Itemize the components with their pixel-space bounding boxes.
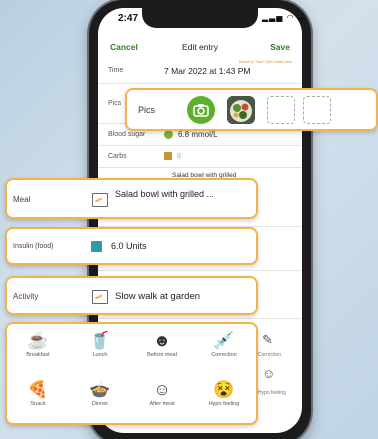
insulin-card[interactable]: Insulin (food) 6.0 Units (5, 227, 258, 265)
syringe-icon: ✎ (262, 332, 273, 347)
camera-icon (193, 104, 209, 117)
phone-notch (142, 8, 258, 28)
bg-hypo-label: Hypo feeling (258, 390, 286, 396)
carbs-row[interactable]: Carbs g (98, 146, 302, 168)
tag-hypo-feeling[interactable]: 😵 Hypo feeling (195, 375, 253, 423)
pizza-slice-icon: 🍕 (27, 380, 49, 399)
blood-sugar-value: 6.8 mmol/L (178, 130, 218, 139)
tag-lunch[interactable]: 🥤 Lunch (71, 326, 129, 374)
tag-label: Breakfast (26, 352, 50, 358)
tag-before-meal[interactable]: ☻ Before meal (133, 326, 191, 374)
tag-correction[interactable]: 💉 Correction (195, 326, 253, 374)
dizzy-face-icon: 😵 (213, 380, 235, 399)
insulin-label: Insulin (food) (13, 243, 54, 250)
time-value[interactable]: 7 Mar 2022 at 1:43 PM (164, 66, 250, 76)
nav-bar: Cancel Edit entry Save (98, 36, 302, 58)
status-time: 2:47 (118, 13, 139, 24)
tag-label: After meal (149, 401, 175, 407)
pics-card: Pics (125, 88, 378, 131)
food-photo-thumbnail[interactable] (227, 96, 255, 124)
meal-card[interactable]: Meal Salad bowl with grilled ... (5, 178, 258, 219)
tag-after-meal[interactable]: ☺ After meal (133, 375, 191, 423)
activity-value: Slow walk at garden (115, 291, 201, 302)
tag-dinner[interactable]: 🍲 Dinner (71, 375, 129, 423)
camera-button[interactable] (187, 96, 215, 124)
meal-label: Meal (13, 195, 31, 204)
activity-label: Activity (13, 292, 39, 301)
photo-placeholder[interactable] (303, 96, 331, 124)
divider (98, 318, 302, 319)
insulin-value: 6.0 Units (111, 241, 147, 251)
pics-label: Pics (138, 105, 156, 115)
time-note: Default is "Time" (See Guide) time (238, 60, 292, 64)
photo-placeholder[interactable] (267, 96, 295, 124)
insulin-color-indicator (91, 241, 102, 252)
salad-bowl-image (227, 96, 255, 124)
carbs-indicator (164, 152, 172, 160)
tag-label: Dinner (91, 401, 109, 407)
syringe-icon: 💉 (213, 331, 235, 350)
activity-card[interactable]: Activity Slow walk at garden (5, 276, 258, 315)
status-icons: ▂▃▅ ◠ ▬ (262, 13, 307, 22)
bg-correction-label: Correction (258, 352, 282, 358)
tag-snack[interactable]: 🍕 Snack (9, 375, 67, 423)
blood-sugar-label: Blood sugar (108, 131, 146, 138)
save-button[interactable]: Save (270, 42, 290, 52)
time-label: Time (108, 67, 124, 74)
notepad-edit-icon (92, 290, 108, 304)
tag-label: Before meal (147, 352, 177, 358)
bowl-icon: 🍲 (89, 380, 111, 399)
dizzy-face-icon: ☺ (262, 366, 276, 381)
tag-label: Snack (30, 401, 46, 407)
carbs-value: g (177, 152, 181, 159)
notepad-edit-icon (92, 193, 108, 207)
tag-grid-card: ☕ Breakfast 🥤 Lunch ☻ Before meal 💉 Corr… (5, 322, 258, 425)
divider (98, 270, 302, 271)
face-mask-icon: ☻ (153, 331, 171, 350)
tag-label: Hypo feeling (208, 401, 240, 407)
blood-sugar-indicator (164, 130, 173, 139)
meal-value: Salad bowl with grilled ... (115, 189, 215, 199)
tag-breakfast[interactable]: ☕ Breakfast (9, 326, 67, 374)
tag-label: Lunch (92, 352, 108, 358)
time-row[interactable]: Time 7 Mar 2022 at 1:43 PM Default is "T… (98, 58, 302, 84)
carbs-label: Carbs (108, 153, 127, 160)
coffee-cup-icon: ☕ (27, 331, 49, 350)
drink-glass-icon: 🥤 (89, 331, 111, 350)
face-icon: ☺ (153, 380, 171, 399)
pics-row-label: Pics (108, 100, 122, 107)
tag-label: Correction (211, 352, 237, 358)
